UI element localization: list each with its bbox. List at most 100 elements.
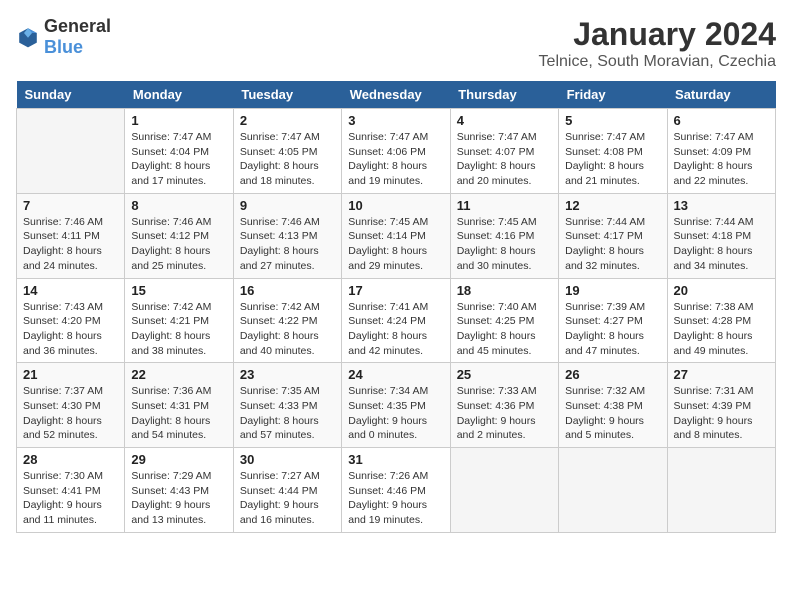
day-info: Sunrise: 7:32 AM Sunset: 4:38 PM Dayligh…	[565, 384, 660, 443]
calendar-cell: 1 Sunrise: 7:47 AM Sunset: 4:04 PM Dayli…	[125, 109, 233, 194]
day-info: Sunrise: 7:45 AM Sunset: 4:16 PM Dayligh…	[457, 215, 552, 274]
calendar-cell	[667, 448, 775, 533]
day-info: Sunrise: 7:31 AM Sunset: 4:39 PM Dayligh…	[674, 384, 769, 443]
calendar-cell: 16 Sunrise: 7:42 AM Sunset: 4:22 PM Dayl…	[233, 278, 341, 363]
weekday-header: Friday	[559, 81, 667, 109]
day-number: 25	[457, 367, 552, 382]
calendar-cell: 14 Sunrise: 7:43 AM Sunset: 4:20 PM Dayl…	[17, 278, 125, 363]
calendar-cell: 17 Sunrise: 7:41 AM Sunset: 4:24 PM Dayl…	[342, 278, 450, 363]
day-number: 14	[23, 283, 118, 298]
day-number: 22	[131, 367, 226, 382]
day-number: 13	[674, 198, 769, 213]
calendar-cell: 26 Sunrise: 7:32 AM Sunset: 4:38 PM Dayl…	[559, 363, 667, 448]
day-info: Sunrise: 7:38 AM Sunset: 4:28 PM Dayligh…	[674, 300, 769, 359]
calendar-cell: 23 Sunrise: 7:35 AM Sunset: 4:33 PM Dayl…	[233, 363, 341, 448]
calendar-cell: 24 Sunrise: 7:34 AM Sunset: 4:35 PM Dayl…	[342, 363, 450, 448]
weekday-header-row: SundayMondayTuesdayWednesdayThursdayFrid…	[17, 81, 776, 109]
calendar-cell: 10 Sunrise: 7:45 AM Sunset: 4:14 PM Dayl…	[342, 193, 450, 278]
calendar-cell	[559, 448, 667, 533]
calendar-cell: 15 Sunrise: 7:42 AM Sunset: 4:21 PM Dayl…	[125, 278, 233, 363]
day-info: Sunrise: 7:44 AM Sunset: 4:18 PM Dayligh…	[674, 215, 769, 274]
calendar-cell: 29 Sunrise: 7:29 AM Sunset: 4:43 PM Dayl…	[125, 448, 233, 533]
day-info: Sunrise: 7:46 AM Sunset: 4:11 PM Dayligh…	[23, 215, 118, 274]
day-number: 3	[348, 113, 443, 128]
calendar-week-row: 14 Sunrise: 7:43 AM Sunset: 4:20 PM Dayl…	[17, 278, 776, 363]
calendar-cell: 30 Sunrise: 7:27 AM Sunset: 4:44 PM Dayl…	[233, 448, 341, 533]
calendar-cell: 20 Sunrise: 7:38 AM Sunset: 4:28 PM Dayl…	[667, 278, 775, 363]
title-area: January 2024 Telnice, South Moravian, Cz…	[539, 16, 776, 71]
day-number: 19	[565, 283, 660, 298]
day-info: Sunrise: 7:30 AM Sunset: 4:41 PM Dayligh…	[23, 469, 118, 528]
calendar-cell: 13 Sunrise: 7:44 AM Sunset: 4:18 PM Dayl…	[667, 193, 775, 278]
location-title: Telnice, South Moravian, Czechia	[539, 53, 776, 71]
calendar-cell: 11 Sunrise: 7:45 AM Sunset: 4:16 PM Dayl…	[450, 193, 558, 278]
day-number: 1	[131, 113, 226, 128]
day-info: Sunrise: 7:35 AM Sunset: 4:33 PM Dayligh…	[240, 384, 335, 443]
day-number: 26	[565, 367, 660, 382]
calendar-cell: 5 Sunrise: 7:47 AM Sunset: 4:08 PM Dayli…	[559, 109, 667, 194]
day-info: Sunrise: 7:26 AM Sunset: 4:46 PM Dayligh…	[348, 469, 443, 528]
calendar-cell: 28 Sunrise: 7:30 AM Sunset: 4:41 PM Dayl…	[17, 448, 125, 533]
day-number: 4	[457, 113, 552, 128]
day-info: Sunrise: 7:46 AM Sunset: 4:13 PM Dayligh…	[240, 215, 335, 274]
calendar-cell: 22 Sunrise: 7:36 AM Sunset: 4:31 PM Dayl…	[125, 363, 233, 448]
day-number: 12	[565, 198, 660, 213]
day-info: Sunrise: 7:43 AM Sunset: 4:20 PM Dayligh…	[23, 300, 118, 359]
day-info: Sunrise: 7:47 AM Sunset: 4:04 PM Dayligh…	[131, 130, 226, 189]
logo-general: General	[44, 16, 111, 36]
day-info: Sunrise: 7:37 AM Sunset: 4:30 PM Dayligh…	[23, 384, 118, 443]
day-info: Sunrise: 7:34 AM Sunset: 4:35 PM Dayligh…	[348, 384, 443, 443]
calendar-cell: 7 Sunrise: 7:46 AM Sunset: 4:11 PM Dayli…	[17, 193, 125, 278]
weekday-header: Thursday	[450, 81, 558, 109]
calendar-cell: 19 Sunrise: 7:39 AM Sunset: 4:27 PM Dayl…	[559, 278, 667, 363]
calendar-cell: 25 Sunrise: 7:33 AM Sunset: 4:36 PM Dayl…	[450, 363, 558, 448]
day-number: 20	[674, 283, 769, 298]
logo: General Blue	[16, 16, 111, 58]
calendar-cell: 2 Sunrise: 7:47 AM Sunset: 4:05 PM Dayli…	[233, 109, 341, 194]
logo-text: General Blue	[44, 16, 111, 58]
day-number: 2	[240, 113, 335, 128]
day-number: 30	[240, 452, 335, 467]
day-number: 11	[457, 198, 552, 213]
header: General Blue January 2024 Telnice, South…	[16, 16, 776, 71]
day-number: 10	[348, 198, 443, 213]
day-number: 15	[131, 283, 226, 298]
day-info: Sunrise: 7:27 AM Sunset: 4:44 PM Dayligh…	[240, 469, 335, 528]
calendar-week-row: 7 Sunrise: 7:46 AM Sunset: 4:11 PM Dayli…	[17, 193, 776, 278]
calendar-week-row: 28 Sunrise: 7:30 AM Sunset: 4:41 PM Dayl…	[17, 448, 776, 533]
day-number: 16	[240, 283, 335, 298]
calendar-cell: 12 Sunrise: 7:44 AM Sunset: 4:17 PM Dayl…	[559, 193, 667, 278]
calendar-cell	[450, 448, 558, 533]
day-number: 21	[23, 367, 118, 382]
day-info: Sunrise: 7:45 AM Sunset: 4:14 PM Dayligh…	[348, 215, 443, 274]
calendar-cell: 21 Sunrise: 7:37 AM Sunset: 4:30 PM Dayl…	[17, 363, 125, 448]
day-number: 27	[674, 367, 769, 382]
day-number: 18	[457, 283, 552, 298]
day-number: 23	[240, 367, 335, 382]
weekday-header: Monday	[125, 81, 233, 109]
day-info: Sunrise: 7:29 AM Sunset: 4:43 PM Dayligh…	[131, 469, 226, 528]
day-number: 24	[348, 367, 443, 382]
day-info: Sunrise: 7:47 AM Sunset: 4:05 PM Dayligh…	[240, 130, 335, 189]
logo-icon	[16, 25, 40, 49]
day-info: Sunrise: 7:42 AM Sunset: 4:22 PM Dayligh…	[240, 300, 335, 359]
calendar-cell	[17, 109, 125, 194]
calendar-cell: 4 Sunrise: 7:47 AM Sunset: 4:07 PM Dayli…	[450, 109, 558, 194]
day-info: Sunrise: 7:41 AM Sunset: 4:24 PM Dayligh…	[348, 300, 443, 359]
calendar-cell: 6 Sunrise: 7:47 AM Sunset: 4:09 PM Dayli…	[667, 109, 775, 194]
calendar-cell: 31 Sunrise: 7:26 AM Sunset: 4:46 PM Dayl…	[342, 448, 450, 533]
calendar-cell: 8 Sunrise: 7:46 AM Sunset: 4:12 PM Dayli…	[125, 193, 233, 278]
day-number: 5	[565, 113, 660, 128]
day-info: Sunrise: 7:44 AM Sunset: 4:17 PM Dayligh…	[565, 215, 660, 274]
day-number: 6	[674, 113, 769, 128]
day-number: 28	[23, 452, 118, 467]
day-number: 29	[131, 452, 226, 467]
weekday-header: Sunday	[17, 81, 125, 109]
month-title: January 2024	[539, 16, 776, 53]
calendar-cell: 9 Sunrise: 7:46 AM Sunset: 4:13 PM Dayli…	[233, 193, 341, 278]
day-info: Sunrise: 7:47 AM Sunset: 4:06 PM Dayligh…	[348, 130, 443, 189]
calendar-cell: 3 Sunrise: 7:47 AM Sunset: 4:06 PM Dayli…	[342, 109, 450, 194]
calendar-week-row: 1 Sunrise: 7:47 AM Sunset: 4:04 PM Dayli…	[17, 109, 776, 194]
weekday-header: Wednesday	[342, 81, 450, 109]
day-number: 7	[23, 198, 118, 213]
